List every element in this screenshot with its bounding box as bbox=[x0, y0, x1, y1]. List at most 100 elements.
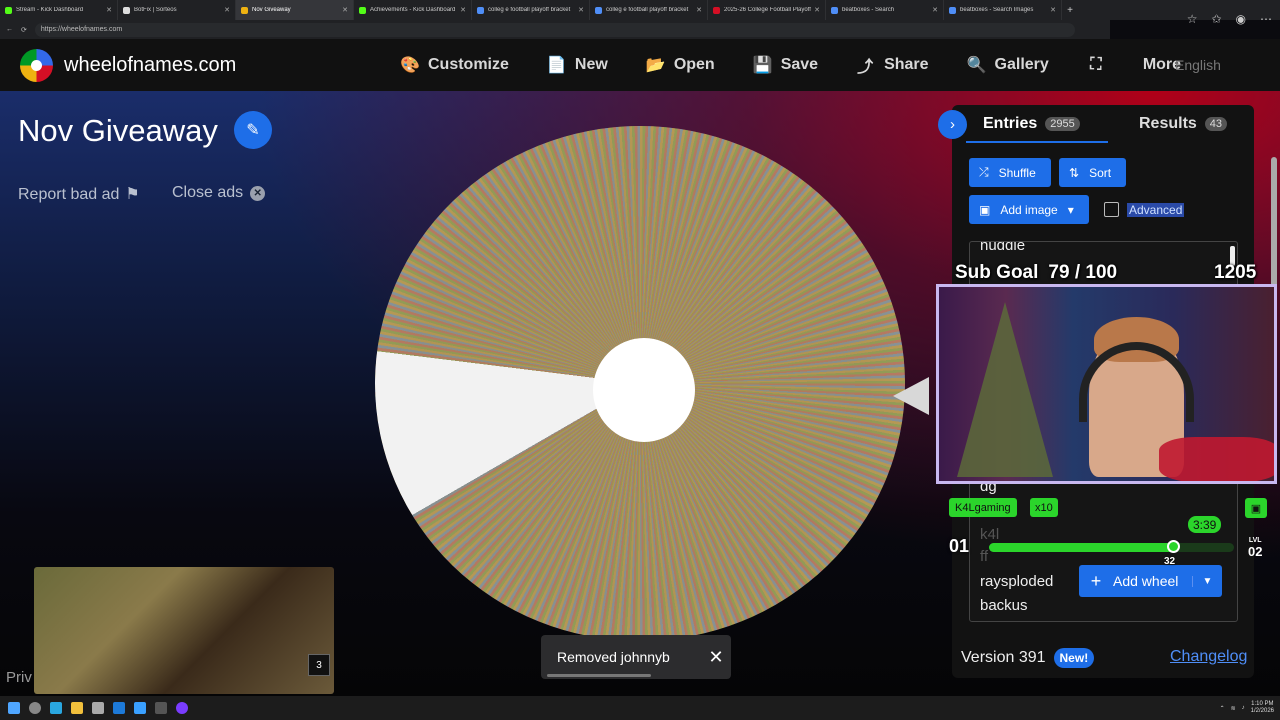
wheel-center-hub[interactable] bbox=[593, 338, 695, 442]
entries-count-badge: 2955 bbox=[1045, 117, 1080, 131]
tab-close-icon[interactable]: ✕ bbox=[578, 6, 584, 14]
clock[interactable]: 1:10 PM 1/2/2026 bbox=[1251, 701, 1274, 715]
shuffle-icon: ⤮ bbox=[979, 165, 989, 179]
tab-favicon-icon bbox=[241, 6, 248, 14]
tab-close-icon[interactable]: ✕ bbox=[696, 6, 702, 14]
tab-favicon-icon bbox=[949, 6, 956, 14]
new-tab-button[interactable]: + bbox=[1062, 5, 1078, 16]
nav-new-button[interactable]: 📄 New bbox=[547, 55, 608, 75]
tab-close-icon[interactable]: ✕ bbox=[814, 6, 820, 14]
xp-value: 32 bbox=[1164, 556, 1176, 567]
browser-tab[interactable]: colleg e football playoff bracket ✕ bbox=[590, 0, 708, 20]
system-tray: ⌃ ≋ ♪ 1:10 PM 1/2/2026 bbox=[1220, 696, 1274, 720]
volume-icon[interactable]: ♪ bbox=[1242, 705, 1245, 711]
list-item: backus bbox=[980, 597, 1028, 614]
multiplier-badge: x10 bbox=[1030, 498, 1058, 517]
sort-icon: ⇅ bbox=[1069, 165, 1080, 180]
browser-tab[interactable]: Stream - Kick Dashboard ✕ bbox=[0, 0, 118, 20]
xp-progress-fill bbox=[989, 543, 1173, 552]
chevron-down-icon[interactable]: ▼ bbox=[1192, 575, 1222, 587]
ad-counter-badge: 3 bbox=[308, 654, 330, 676]
list-item: k4l bbox=[980, 526, 1000, 543]
browser-tab[interactable]: Achievements - Kick Dashboard ✕ bbox=[354, 0, 472, 20]
video-ad[interactable]: 3 bbox=[34, 567, 334, 694]
toast-progress bbox=[547, 674, 651, 677]
notepad-icon[interactable] bbox=[92, 702, 104, 714]
edit-title-button[interactable]: ✎ bbox=[234, 111, 272, 149]
tab-close-icon[interactable]: ✕ bbox=[932, 6, 938, 14]
tab-close-icon[interactable]: ✕ bbox=[106, 6, 112, 14]
menu-dots-icon[interactable]: ⋯ bbox=[1260, 12, 1272, 26]
chevron-down-icon: ▾ bbox=[1067, 202, 1074, 217]
tab-close-icon[interactable]: ✕ bbox=[1050, 6, 1056, 14]
tab-close-icon[interactable]: ✕ bbox=[460, 6, 466, 14]
sort-button[interactable]: ⇅ Sort bbox=[1059, 158, 1126, 187]
favorites-icon[interactable]: ✩ bbox=[1211, 12, 1221, 26]
tab-close-icon[interactable]: ✕ bbox=[224, 6, 230, 14]
pencil-icon: ✎ bbox=[246, 122, 260, 139]
browser-tab[interactable]: beatboxes - Search Images ✕ bbox=[944, 0, 1062, 20]
tab-favicon-icon bbox=[477, 6, 484, 14]
fullscreen-icon: ⛶ bbox=[1090, 56, 1102, 73]
wheel-title: Nov Giveaway bbox=[18, 113, 218, 148]
calendar-icon[interactable] bbox=[113, 702, 125, 714]
tab-favicon-icon bbox=[123, 6, 130, 14]
nav-gallery-button[interactable]: 🔍 Gallery bbox=[967, 55, 1049, 75]
changelog-link[interactable]: Changelog bbox=[1170, 648, 1247, 666]
browser-tab[interactable]: BotFix | Sorteos ✕ bbox=[118, 0, 236, 20]
wheel-pointer-icon bbox=[893, 377, 929, 415]
browser-tab[interactable]: Nov Giveaway ✕ bbox=[236, 0, 354, 20]
tab-results[interactable]: Results 43 bbox=[1139, 115, 1228, 133]
app-icon[interactable] bbox=[134, 702, 146, 714]
site-header: wheelofnames.com 🎨 Customize 📄 New 📂 Open 💾 Sav… bbox=[0, 39, 1280, 91]
add-image-button[interactable]: ▣ Add image ▾ bbox=[969, 195, 1089, 224]
profile-avatar[interactable]: ◉ bbox=[1236, 12, 1246, 26]
palette-icon: 🎨 bbox=[400, 57, 420, 74]
brand-name[interactable]: wheelofnames.com bbox=[64, 54, 236, 77]
toast-close-button[interactable]: ✕ bbox=[701, 647, 731, 668]
search-icon[interactable] bbox=[29, 702, 41, 714]
wheel-logo-icon[interactable] bbox=[20, 49, 53, 82]
advanced-toggle[interactable]: Advanced bbox=[1104, 202, 1185, 217]
add-wheel-button[interactable]: + Add wheel ▼ bbox=[1079, 565, 1222, 597]
browser-tab[interactable]: colleg e football playoff bracket ✕ bbox=[472, 0, 590, 20]
folder-icon[interactable] bbox=[71, 702, 83, 714]
close-ads-link[interactable]: Close ads ✕ bbox=[172, 184, 266, 202]
browser-tab[interactable]: beatboxes - Search ✕ bbox=[826, 0, 944, 20]
tab-favicon-icon bbox=[5, 6, 12, 14]
main-nav: 🎨 Customize 📄 New 📂 Open 💾 Save ⤴ Share 🔍 Gallery ⛶ M… bbox=[400, 39, 1219, 91]
tab-close-icon[interactable]: ✕ bbox=[342, 6, 348, 14]
version-info: Version 391 New! bbox=[961, 648, 1095, 668]
os-taskbar: ⌃ ≋ ♪ 1:10 PM 1/2/2026 bbox=[0, 696, 1280, 720]
wifi-icon[interactable]: ≋ bbox=[1231, 705, 1236, 712]
reload-icon[interactable]: ⟳ bbox=[21, 26, 27, 34]
timer-badge: 3:39 bbox=[1188, 516, 1222, 533]
privacy-link[interactable]: Priv bbox=[6, 669, 32, 686]
language-selector[interactable]: English bbox=[1175, 57, 1221, 73]
browser-tab[interactable]: 2025-26 College Football Playoff ✕ bbox=[708, 0, 826, 20]
windows-start-icon[interactable] bbox=[8, 702, 20, 714]
nav-save-button[interactable]: 💾 Save bbox=[753, 55, 818, 75]
url-field[interactable]: https://wheelofnames.com bbox=[34, 22, 1075, 37]
nav-fullscreen-button[interactable]: ⛶ bbox=[1087, 56, 1105, 74]
bookmark-star-icon[interactable]: ☆ bbox=[1187, 12, 1198, 26]
tray-chevron-icon[interactable]: ⌃ bbox=[1220, 705, 1225, 712]
list-item: raysploded bbox=[980, 573, 1054, 590]
collapse-panel-button[interactable]: › bbox=[938, 110, 967, 139]
tab-entries[interactable]: Entries 2955 bbox=[983, 115, 1080, 133]
list-item: huddle bbox=[980, 241, 1026, 254]
report-bad-ad-link[interactable]: Report bad ad ⚑ bbox=[18, 184, 140, 204]
shuffle-button[interactable]: ⤮ Shuffle bbox=[969, 158, 1051, 187]
edge-icon[interactable] bbox=[50, 702, 62, 714]
app-icon[interactable] bbox=[155, 702, 167, 714]
nav-open-button[interactable]: 📂 Open bbox=[646, 55, 715, 75]
nav-customize-button[interactable]: 🎨 Customize bbox=[400, 55, 509, 75]
flag-icon: ⚑ bbox=[125, 186, 140, 203]
advanced-checkbox[interactable] bbox=[1104, 202, 1119, 217]
back-icon[interactable]: ← bbox=[6, 26, 13, 33]
app-icon[interactable] bbox=[176, 702, 188, 714]
nav-share-button[interactable]: ⤴ Share bbox=[856, 53, 928, 77]
bus-icon: ▣ bbox=[1245, 498, 1267, 518]
new-badge: New! bbox=[1053, 648, 1095, 668]
close-icon: ✕ bbox=[250, 185, 266, 201]
